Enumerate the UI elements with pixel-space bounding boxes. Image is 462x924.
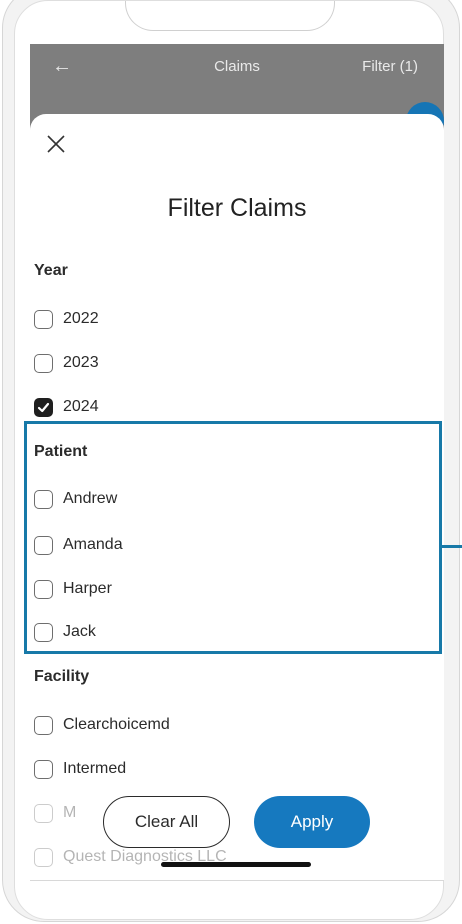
checkbox[interactable]	[34, 622, 53, 642]
checkbox[interactable]	[34, 489, 53, 509]
option-label: Andrew	[63, 490, 118, 507]
checkbox[interactable]	[34, 715, 53, 735]
sheet-title: Filter Claims	[167, 194, 307, 222]
screen-bottom-edge	[30, 880, 444, 881]
option-label: 2022	[63, 310, 99, 327]
option-label: 2024	[63, 398, 99, 415]
section-heading-facility: Facility	[34, 668, 90, 685]
section-heading-patient: Patient	[34, 443, 88, 460]
checkbox[interactable]	[34, 803, 53, 823]
option-label: Jack	[63, 623, 96, 640]
phone-notch	[125, 1, 335, 31]
checkbox[interactable]	[34, 847, 53, 867]
checkbox[interactable]	[34, 309, 53, 329]
section-heading-year: Year	[34, 262, 68, 279]
option-label: M	[63, 804, 77, 821]
option-label: Intermed	[63, 760, 127, 777]
filter-button[interactable]: Filter (1)	[362, 58, 418, 75]
option-2023[interactable]: 2023	[34, 351, 99, 375]
clear-all-button[interactable]: Clear All	[103, 796, 230, 848]
option-2022[interactable]: 2022	[34, 307, 99, 331]
option-m[interactable]: M	[34, 801, 76, 825]
option-label: Harper	[63, 580, 112, 597]
option-clearchoicemd[interactable]: Clearchoicemd	[34, 713, 170, 737]
option-intermed[interactable]: Intermed	[34, 757, 126, 781]
checkbox-checked[interactable]	[34, 397, 53, 417]
checkbox[interactable]	[34, 759, 53, 779]
checkbox[interactable]	[34, 535, 53, 555]
home-indicator	[161, 862, 311, 867]
option-harper[interactable]: Harper	[34, 577, 112, 601]
option-andrew[interactable]: Andrew	[34, 487, 117, 511]
apply-button[interactable]: Apply	[254, 796, 370, 848]
callout-line	[442, 545, 462, 548]
app-header: ← Claims Filter (1)	[30, 44, 444, 90]
check-icon	[37, 402, 50, 412]
close-icon[interactable]	[46, 134, 66, 154]
option-amanda[interactable]: Amanda	[34, 533, 123, 557]
option-2024[interactable]: 2024	[34, 395, 99, 419]
option-label: Clearchoicemd	[63, 716, 170, 733]
option-label: Amanda	[63, 536, 123, 553]
checkbox[interactable]	[34, 579, 53, 599]
checkbox[interactable]	[34, 353, 53, 373]
option-jack[interactable]: Jack	[34, 620, 96, 644]
app-screen: ← Claims Filter (1) Filter Claims	[30, 44, 444, 880]
option-label: 2023	[63, 354, 99, 371]
